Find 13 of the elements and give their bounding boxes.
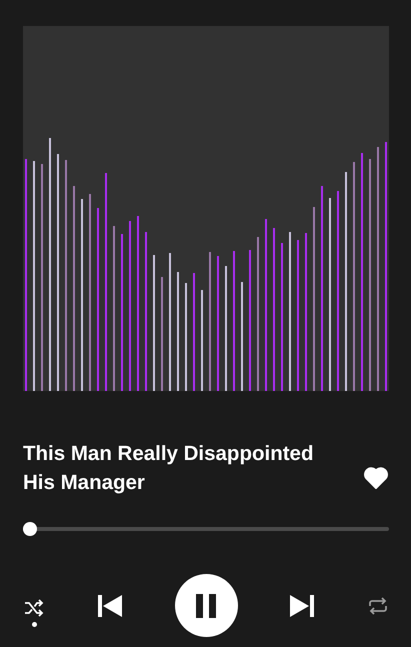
repeat-button[interactable] [367,596,389,614]
previous-button[interactable] [96,594,123,618]
repeat-icon [367,596,389,614]
pause-icon [195,594,217,618]
previous-icon [96,594,123,618]
heart-icon[interactable] [364,467,388,489]
shuffle-button[interactable] [23,598,45,626]
progress-slider[interactable] [23,522,389,536]
next-button[interactable] [289,594,316,618]
track-title: This Man Really Disappointed His Manager [23,441,314,496]
slider-thumb[interactable] [23,522,38,536]
shuffle-icon [24,598,44,616]
next-icon [289,594,316,618]
